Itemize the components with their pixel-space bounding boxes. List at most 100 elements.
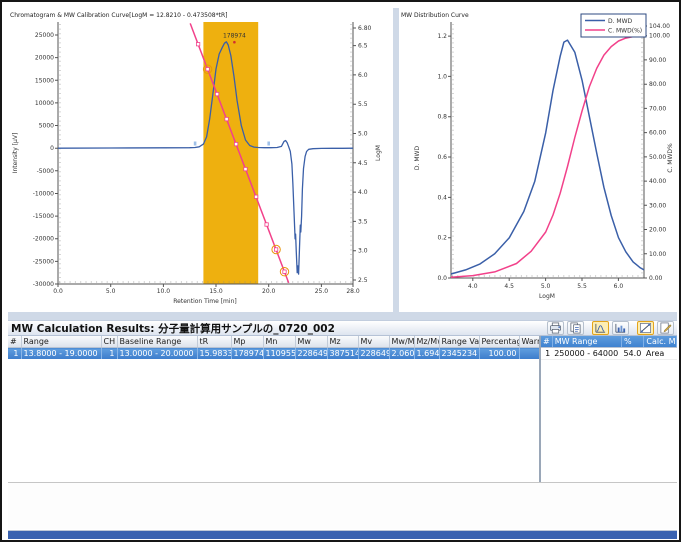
tick-label: 4.0 (468, 283, 478, 290)
tick-label: 5.0 (541, 283, 551, 290)
tick-label: -5000 (37, 168, 55, 175)
col-header[interactable]: Range (21, 336, 101, 348)
tick-label: 0.4 (437, 194, 447, 201)
yright-axis-label: C. MWD% (667, 143, 674, 173)
cell-index: 1 (541, 348, 552, 360)
results-header-bar: MW Calculation Results: 分子量計算用サンプルの_0720… (8, 320, 677, 336)
right-chart-title: MW Distribution Curve (401, 12, 469, 19)
chromatogram-calibration-chart-panel[interactable]: Chromatogram & MW Calibration Curve[LogM… (8, 8, 393, 312)
col-header[interactable]: Baseline Range (117, 336, 197, 348)
tick-label: -30000 (33, 281, 54, 288)
cell-warning (519, 348, 539, 360)
x-axis-label: LogM (539, 293, 555, 300)
distribution-chart-toggle[interactable] (612, 321, 629, 335)
horizontal-splitter[interactable] (8, 312, 677, 320)
copy-button[interactable] (567, 321, 584, 335)
tick-label: 80.00 (649, 81, 666, 88)
tick-label: 40.00 (649, 178, 666, 185)
table-row-selected[interactable]: 1 13.8000 - 19.0000 1 13.0000 - 20.0000 … (8, 348, 539, 360)
baseline-start-marker[interactable] (194, 142, 197, 146)
col-header[interactable]: # (541, 336, 552, 348)
mw-distribution-chart[interactable]: MW Distribution Curve 1.2 1.0 0.8 0.6 0.… (399, 8, 677, 312)
col-header[interactable]: Mz/Mw (414, 336, 439, 348)
col-header[interactable]: Mw/Mn (389, 336, 414, 348)
results-sample-name: 分子量計算用サンプルの_0720_002 (158, 323, 335, 335)
col-header[interactable]: CH (101, 336, 117, 348)
yright-axis-label: LogM (375, 145, 382, 161)
chromatogram-calibration-chart[interactable]: Chromatogram & MW Calibration Curve[LogM… (8, 8, 393, 312)
application-window: Chromatogram & MW Calibration Curve[LogM… (0, 0, 681, 542)
col-header[interactable]: Range Value (439, 336, 479, 348)
col-header[interactable]: # (8, 336, 21, 348)
col-header[interactable]: Mv (358, 336, 389, 348)
peak-apex-marker (233, 41, 236, 44)
tick-label: 4.5 (358, 160, 368, 167)
peak-label: 178974 (223, 33, 246, 40)
mw-range-table-wrap[interactable]: # MW Range % Calc. Method 1 250000 - 640… (541, 336, 677, 482)
cell-baseline-range: 13.0000 - 20.0000 (117, 348, 197, 360)
col-header[interactable]: Percentage (479, 336, 519, 348)
legend: D. MWD C. MWD(%) (581, 14, 646, 37)
col-header[interactable]: Calc. Method (644, 336, 677, 348)
results-tables: # Range CH Baseline Range tR Mp Mn Mw Mz… (8, 336, 677, 482)
mw-range-table[interactable]: # MW Range % Calc. Method 1 250000 - 640… (541, 336, 677, 360)
col-header[interactable]: Warning (519, 336, 539, 348)
table-row[interactable]: 1 250000 - 64000 54.0 Area (541, 348, 677, 360)
col-header[interactable]: Mz (327, 336, 358, 348)
tick-label: 5.5 (358, 101, 368, 108)
calibration-chart-toggle[interactable] (592, 321, 609, 335)
tick-label: 1.2 (437, 33, 447, 40)
tick-label: -20000 (33, 236, 54, 243)
bottom-status-strip (8, 530, 677, 539)
tick-label: 20.0 (262, 288, 276, 295)
col-header[interactable]: Mp (231, 336, 263, 348)
tick-label: 25.0 (315, 288, 329, 295)
cell-ch: 1 (101, 348, 117, 360)
left-chart-title: Chromatogram & MW Calibration Curve[LogM… (10, 12, 227, 19)
col-header[interactable]: Mn (263, 336, 295, 348)
results-title-prefix: MW Calculation Results: (11, 323, 154, 335)
tick-label: 10.0 (157, 288, 171, 295)
right-chart-axes (451, 22, 644, 278)
tick-label: 28.0 (346, 288, 360, 295)
baseline-icon (639, 322, 652, 334)
cell-index: 1 (8, 348, 21, 360)
col-header[interactable]: % (621, 336, 643, 348)
table-header-row: # MW Range % Calc. Method (541, 336, 677, 348)
cell-mp: 178974 (231, 348, 263, 360)
tick-label: 5000 (39, 123, 54, 130)
baseline-end-marker[interactable] (267, 142, 270, 146)
tick-label: 15.0 (209, 288, 223, 295)
differential-mwd-curve[interactable] (451, 40, 644, 274)
tick-label: 0.6 (437, 154, 447, 161)
edit-report-icon (659, 322, 672, 334)
tick-label: 10.00 (649, 251, 666, 258)
tick-label: 5.0 (106, 288, 116, 295)
legend-label-cmwd: C. MWD(%) (608, 27, 642, 34)
col-header[interactable]: Mw (295, 336, 327, 348)
print-icon (549, 322, 562, 334)
print-button[interactable] (547, 321, 564, 335)
cell-mw-mn: 2.0607 (389, 348, 414, 360)
baseline-toggle[interactable] (637, 321, 654, 335)
yleft-axis-label: D. MWD (414, 146, 421, 171)
mw-results-table-wrap[interactable]: # Range CH Baseline Range tR Mp Mn Mw Mz… (8, 336, 539, 482)
tick-label: 50.00 (649, 154, 666, 161)
tick-label: 20.00 (649, 227, 666, 234)
cumulative-mwd-curve[interactable] (451, 36, 644, 278)
cell-mw: 228649 (295, 348, 327, 360)
cell-range-value: 2345234 (439, 348, 479, 360)
cell-mv: 228649 (358, 348, 389, 360)
edit-report-button[interactable] (657, 321, 674, 335)
tick-label: 6.0 (358, 72, 368, 79)
mw-results-table[interactable]: # Range CH Baseline Range tR Mp Mn Mw Mz… (8, 336, 539, 359)
col-header[interactable]: tR (197, 336, 231, 348)
tick-label: 30.00 (649, 202, 666, 209)
col-header[interactable]: MW Range (552, 336, 621, 348)
cell-percent: 54.0 (621, 348, 643, 360)
integration-band[interactable] (203, 22, 258, 284)
mw-distribution-chart-panel[interactable]: MW Distribution Curve 1.2 1.0 0.8 0.6 0.… (399, 8, 677, 312)
lower-empty-panel (8, 483, 677, 529)
peak-chart-icon (594, 322, 607, 334)
bar-chart-icon (614, 322, 627, 334)
